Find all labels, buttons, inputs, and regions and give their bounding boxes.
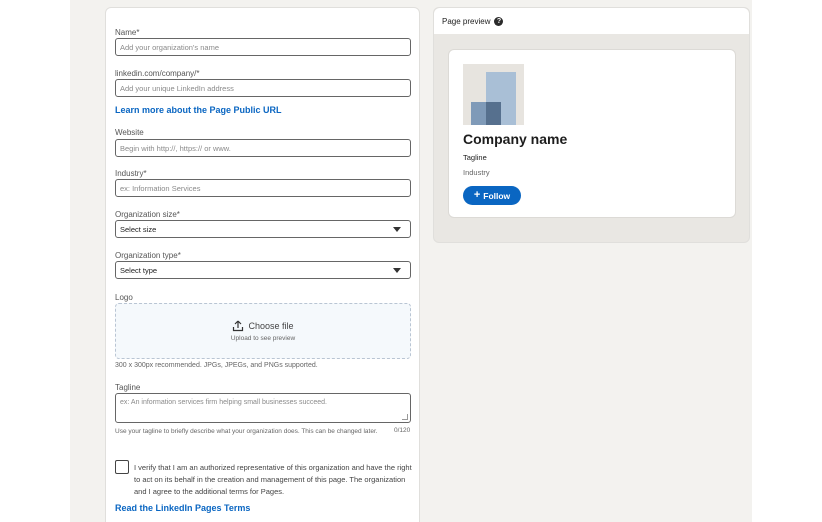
- building-icon: [471, 72, 516, 125]
- tagline-label: Tagline: [115, 383, 141, 392]
- pages-terms-link[interactable]: Read the LinkedIn Pages Terms: [115, 503, 250, 513]
- upload-subtext: Upload to see preview: [230, 335, 296, 342]
- industry-label: Industry*: [115, 169, 147, 178]
- company-tagline: Tagline: [463, 153, 487, 162]
- logo-helper-text: 300 x 300px recommended. JPGs, JPEGs, an…: [115, 362, 318, 369]
- page-preview-panel: Page preview ? Company name Tagline Indu…: [433, 7, 750, 243]
- name-label: Name*: [115, 28, 140, 37]
- size-select[interactable]: Select size: [115, 220, 411, 238]
- resize-handle[interactable]: [402, 414, 408, 420]
- type-value: Select type: [120, 265, 158, 275]
- website-placeholder: Begin with http://, https:// or www.: [120, 143, 231, 153]
- tagline-placeholder: ex: An information services firm helping…: [120, 399, 327, 406]
- website-label: Website: [115, 128, 144, 137]
- follow-button[interactable]: + Follow: [463, 186, 521, 205]
- preview-title: Page preview: [442, 16, 491, 26]
- website-input[interactable]: Begin with http://, https:// or www.: [115, 139, 411, 157]
- caret-down-icon: [393, 226, 401, 232]
- upload-icon: [233, 320, 244, 332]
- url-placeholder: Add your unique LinkedIn address: [120, 83, 234, 93]
- follow-label: Follow: [483, 190, 511, 201]
- create-page-form: Name* Add your organization's name linke…: [105, 7, 420, 522]
- logo-dropzone[interactable]: Choose file Upload to see preview: [115, 303, 411, 359]
- company-name: Company name: [463, 131, 568, 147]
- preview-header: Page preview ?: [434, 8, 749, 34]
- url-label: linkedin.com/company/*: [115, 69, 200, 78]
- learn-more-url-link[interactable]: Learn more about the Page Public URL: [115, 105, 282, 115]
- size-label: Organization size*: [115, 210, 180, 219]
- plus-icon: +: [473, 189, 481, 201]
- company-preview-card: Company name Tagline Industry + Follow: [448, 49, 736, 218]
- choose-file-label: Choose file: [248, 321, 294, 331]
- tagline-char-counter: 0/120: [394, 427, 411, 434]
- url-input[interactable]: Add your unique LinkedIn address: [115, 79, 411, 97]
- verify-checkbox[interactable]: [115, 460, 129, 474]
- caret-down-icon: [393, 267, 401, 273]
- name-placeholder: Add your organization's name: [120, 42, 219, 52]
- tagline-helper-text: Use your tagline to briefly describe wha…: [115, 428, 378, 435]
- industry-input[interactable]: ex: Information Services: [115, 179, 411, 197]
- company-industry: Industry: [463, 168, 490, 177]
- choose-file-button[interactable]: Choose file: [232, 320, 294, 332]
- type-select[interactable]: Select type: [115, 261, 411, 279]
- industry-placeholder: ex: Information Services: [120, 183, 201, 193]
- type-label: Organization type*: [115, 251, 181, 260]
- logo-label: Logo: [115, 293, 133, 302]
- size-value: Select size: [120, 224, 157, 234]
- name-input[interactable]: Add your organization's name: [115, 38, 411, 56]
- question-circle-icon[interactable]: ?: [494, 16, 504, 26]
- tagline-textarea[interactable]: ex: An information services firm helping…: [115, 393, 411, 423]
- verify-text: I verify that I am an authorized represe…: [134, 463, 412, 496]
- company-logo-placeholder: [463, 64, 524, 125]
